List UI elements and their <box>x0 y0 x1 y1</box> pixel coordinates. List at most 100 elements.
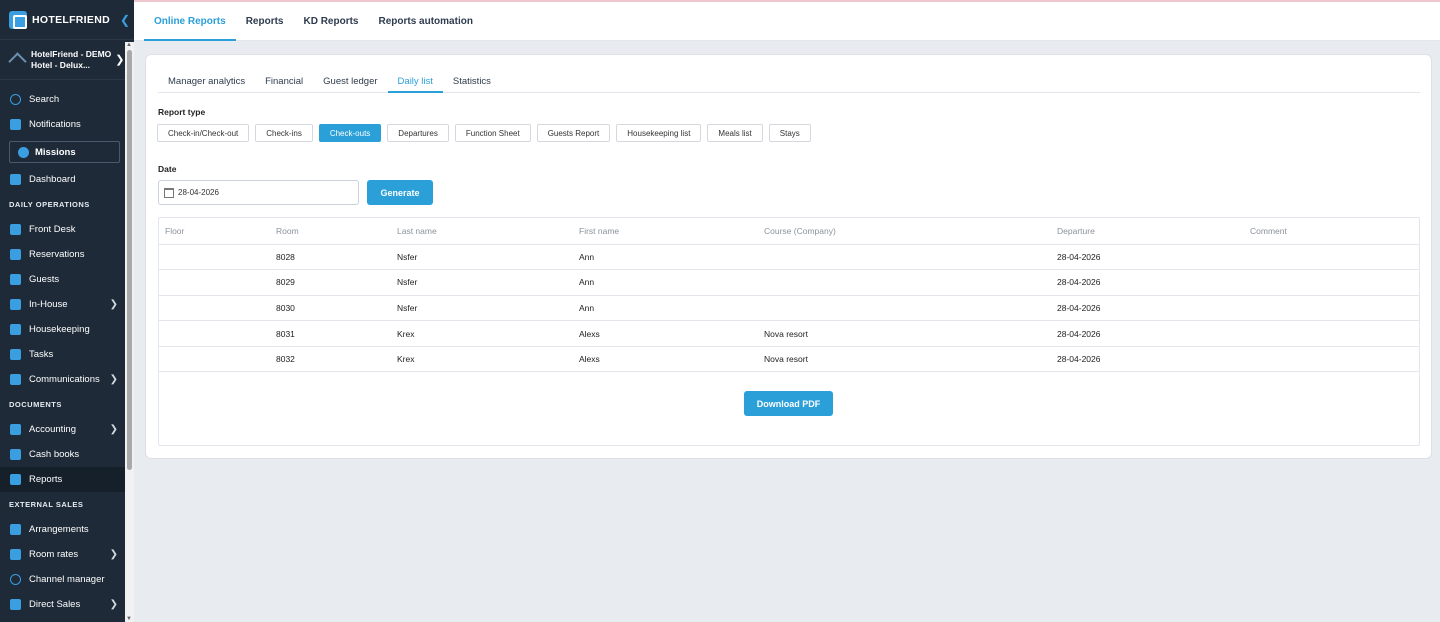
table-row: 8031 Krex Alexs Nova resort 28-04-2026 <box>159 320 1419 347</box>
hotelfriend-logo-icon <box>9 10 27 29</box>
scrollbar-thumb[interactable] <box>127 50 132 470</box>
sidebar-item-housekeeping[interactable]: Housekeeping <box>0 317 134 342</box>
hotel-name: HotelFriend - DEMO Hotel - Delux... <box>31 49 111 71</box>
report-type-guests-report[interactable]: Guests Report <box>536 124 611 142</box>
tab-online-reports[interactable]: Online Reports <box>134 2 236 41</box>
hotel-name-line2: Hotel - Delux... <box>31 59 91 70</box>
report-type-housekeeping-list[interactable]: Housekeeping list <box>616 124 702 142</box>
sidebar-item-communications[interactable]: Communications ❯ <box>0 367 134 392</box>
sidebar-item-cash-books[interactable]: Cash books <box>0 442 134 467</box>
header-room: Room <box>276 218 397 245</box>
cell-room: 8029 <box>276 269 397 296</box>
cell-last-name: Nsfer <box>397 269 579 296</box>
in-house-icon <box>10 299 21 310</box>
sidebar-item-label: Accounting <box>29 424 77 435</box>
cell-last-name: Nsfer <box>397 244 579 271</box>
sidebar: HOTELFRIEND ❮ HotelFriend - DEMO Hotel -… <box>0 0 134 622</box>
sidebar-item-tasks[interactable]: Tasks <box>0 342 134 367</box>
chevron-right-icon: ❯ <box>109 374 118 385</box>
wrench-icon <box>10 349 21 360</box>
cell-first-name: Alexs <box>579 320 764 347</box>
hotel-name-line1: HotelFriend - DEMO <box>31 48 112 59</box>
cell-floor <box>159 244 276 271</box>
cash-book-icon <box>10 449 21 460</box>
subtab-manager-analytics[interactable]: Manager analytics <box>158 71 255 92</box>
collapse-sidebar-icon[interactable]: ❮ <box>120 13 130 27</box>
cell-course-company <box>764 295 1057 322</box>
report-type-stays[interactable]: Stays <box>768 124 811 142</box>
sidebar-item-direct-sales[interactable]: Direct Sales ❯ <box>0 592 134 617</box>
sidebar-item-accounting[interactable]: Accounting ❯ <box>0 417 134 442</box>
front-desk-icon <box>10 224 21 235</box>
download-pdf-button[interactable]: Download PDF <box>744 391 833 416</box>
subtab-guest-ledger[interactable]: Guest ledger <box>313 71 387 92</box>
report-type-function-sheet[interactable]: Function Sheet <box>454 124 531 142</box>
table-row: 8032 Krex Alexs Nova resort 28-04-2026 <box>159 346 1419 373</box>
subtab-daily-list[interactable]: Daily list <box>387 71 444 93</box>
tab-reports-automation[interactable]: Reports automation <box>369 2 483 40</box>
report-type-departures[interactable]: Departures <box>387 124 449 142</box>
sidebar-item-label: Reports <box>29 474 63 485</box>
date-field[interactable]: 28-04-2026 <box>158 180 359 205</box>
scroll-up-icon[interactable]: ▲ <box>126 42 132 48</box>
sidebar-item-notifications[interactable]: Notifications <box>0 112 134 137</box>
report-type-check-outs[interactable]: Check-outs <box>318 124 382 142</box>
table-row: 8030 Nsfer Ann 28-04-2026 <box>159 295 1419 322</box>
hotel-switcher[interactable]: HotelFriend - DEMO Hotel - Delux... ❯ <box>0 40 134 80</box>
communications-icon <box>10 374 21 385</box>
scroll-down-icon[interactable]: ▼ <box>126 616 132 622</box>
missions-icon <box>18 146 29 158</box>
sidebar-item-guests[interactable]: Guests <box>0 267 134 292</box>
report-type-check-in-check-out[interactable]: Check-in/Check-out <box>157 124 250 142</box>
chevron-right-icon: ❯ <box>109 299 118 310</box>
section-external-sales: EXTERNAL SALES <box>9 500 84 509</box>
cell-course-company: Nova resort <box>764 346 1057 373</box>
reports-icon <box>10 474 21 485</box>
chevron-right-icon: ❯ <box>115 54 125 66</box>
missions-button[interactable]: Missions <box>9 141 120 163</box>
report-type-check-ins[interactable]: Check-ins <box>255 124 313 142</box>
sidebar-item-room-rates[interactable]: Room rates ❯ <box>0 542 134 567</box>
cell-departure: 28-04-2026 <box>1057 244 1250 271</box>
hotel-icon <box>8 52 27 71</box>
cell-last-name: Nsfer <box>397 295 579 322</box>
cell-course-company <box>764 269 1057 296</box>
bell-icon <box>10 119 21 130</box>
sidebar-item-dashboard[interactable]: Dashboard <box>0 167 134 192</box>
sidebar-item-label: Front Desk <box>29 224 76 235</box>
cell-departure: 28-04-2026 <box>1057 346 1250 373</box>
cell-comment <box>1250 320 1419 347</box>
sidebar-scrollbar[interactable]: ▲ ▼ <box>125 42 134 622</box>
dashboard-icon <box>10 174 21 185</box>
tab-kd-reports[interactable]: KD Reports <box>293 2 368 40</box>
sidebar-item-label: Channel manager <box>29 574 105 585</box>
sidebar-item-label: Reservations <box>29 249 85 260</box>
subtab-financial[interactable]: Financial <box>255 71 313 92</box>
top-navigation: Online Reports Reports KD Reports Report… <box>134 0 1440 41</box>
sidebar-item-channel-manager[interactable]: Channel manager <box>0 567 134 592</box>
cell-floor <box>159 346 276 373</box>
sidebar-item-search[interactable]: Search <box>0 87 134 112</box>
chevron-right-icon: ❯ <box>109 549 118 560</box>
cell-departure: 28-04-2026 <box>1057 320 1250 347</box>
reservations-icon <box>10 249 21 260</box>
cell-room: 8032 <box>276 346 397 373</box>
report-type-meals-list[interactable]: Meals list <box>707 124 763 142</box>
cell-first-name: Ann <box>579 244 764 271</box>
section-daily-operations: DAILY OPERATIONS <box>9 200 90 209</box>
sidebar-item-front-desk[interactable]: Front Desk <box>0 217 134 242</box>
sidebar-item-label: Guests <box>29 274 60 285</box>
sidebar-item-label: Communications <box>29 374 100 385</box>
sidebar-item-reports[interactable]: Reports <box>0 467 134 492</box>
sidebar-item-reservations[interactable]: Reservations <box>0 242 134 267</box>
subtab-statistics[interactable]: Statistics <box>443 71 501 92</box>
sidebar-item-in-house[interactable]: In-House ❯ <box>0 292 134 317</box>
header-course-company: Course (Company) <box>764 218 1057 245</box>
date-label: Date <box>158 164 177 174</box>
sidebar-item-arrangements[interactable]: Arrangements <box>0 517 134 542</box>
tab-reports[interactable]: Reports <box>236 2 294 40</box>
header-comment: Comment <box>1250 218 1419 245</box>
generate-button[interactable]: Generate <box>367 180 433 205</box>
sidebar-item-label: Tasks <box>29 349 54 360</box>
header-first-name: First name <box>579 218 764 245</box>
